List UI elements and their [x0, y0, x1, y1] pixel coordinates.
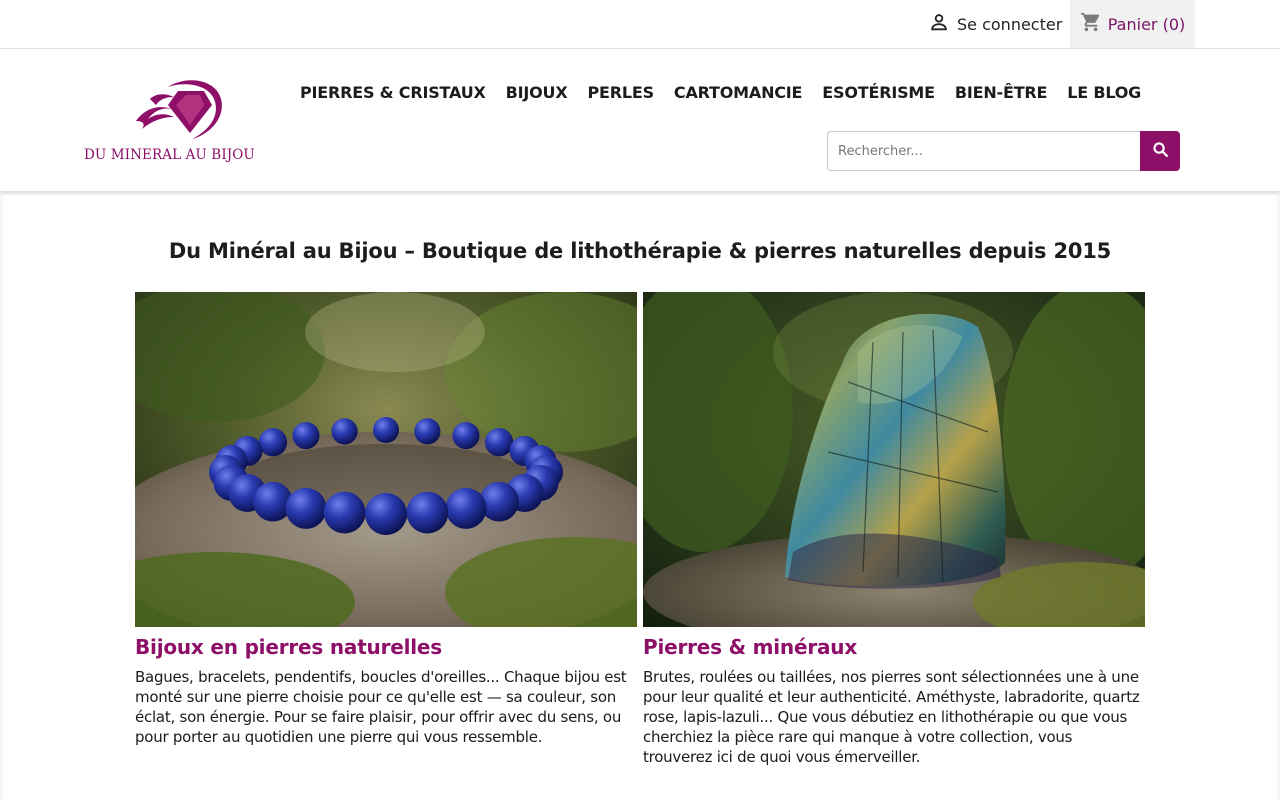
bracelet-image[interactable]: [135, 292, 637, 627]
labradorite-image[interactable]: [643, 292, 1145, 627]
nav-esoterisme[interactable]: ESOTÉRISME: [822, 83, 935, 102]
cart-label: Panier (0): [1107, 14, 1186, 34]
search-button[interactable]: [1140, 131, 1180, 171]
bracelet-bead: [445, 487, 487, 529]
nav-perles[interactable]: PERLES: [587, 83, 654, 102]
site-logo[interactable]: DU MINERAL AU BIJOU: [84, 77, 255, 167]
nav-cartomancie[interactable]: CARTOMANCIE: [674, 83, 803, 102]
card-text-pierres: Brutes, roulées ou taillées, nos pierres…: [643, 668, 1140, 766]
site-header: DU MINERAL AU BIJOU PIERRES & CRISTAUX B…: [0, 49, 1280, 191]
search-form: [827, 131, 1180, 171]
gem-logo-icon: [136, 80, 222, 139]
bracelet-bead: [365, 493, 407, 535]
bracelet-bead: [484, 428, 514, 457]
search-input[interactable]: [827, 131, 1140, 171]
top-bar: Se connecter Panier (0): [0, 0, 1280, 49]
bracelet-bead: [323, 491, 366, 534]
bracelet-bead: [414, 418, 441, 445]
card-title-bijoux[interactable]: Bijoux en pierres naturelles: [135, 635, 637, 659]
search-icon: [1152, 141, 1169, 161]
nav-bijoux[interactable]: BIJOUX: [506, 83, 568, 102]
card-text-bijoux: Bagues, bracelets, pendentifs, boucles d…: [135, 668, 627, 746]
bracelet-bead: [258, 428, 288, 457]
card-title-pierres[interactable]: Pierres & minéraux: [643, 635, 1145, 659]
main-navigation: PIERRES & CRISTAUX BIJOUX PERLES CARTOMA…: [300, 83, 1141, 102]
nav-pierres-cristaux[interactable]: PIERRES & CRISTAUX: [300, 83, 486, 102]
bracelet-bead: [331, 418, 358, 445]
cart-button[interactable]: Panier (0): [1070, 0, 1195, 48]
bracelet-bead: [452, 422, 480, 450]
category-card-pierres: Pierres & minéraux Brutes, roulées ou ta…: [643, 292, 1145, 767]
login-label: Se connecter: [957, 14, 1063, 34]
page-title: Du Minéral au Bijou – Boutique de lithot…: [168, 239, 1112, 263]
main-content: Du Minéral au Bijou – Boutique de lithot…: [3, 195, 1277, 800]
logo-text: DU MINERAL AU BIJOU: [84, 147, 255, 163]
bracelet-bead: [285, 487, 327, 529]
user-icon: [928, 11, 950, 37]
nav-bien-etre[interactable]: BIEN-ÊTRE: [955, 83, 1048, 102]
login-link[interactable]: Se connecter: [928, 0, 1062, 48]
shopping-cart-icon: [1080, 11, 1102, 37]
category-card-bijoux: Bijoux en pierres naturelles Bagues, bra…: [135, 292, 637, 747]
nav-le-blog[interactable]: LE BLOG: [1067, 83, 1141, 102]
bracelet-bead: [292, 422, 320, 450]
bracelet-bead: [373, 417, 399, 443]
bracelet-bead: [406, 491, 449, 534]
